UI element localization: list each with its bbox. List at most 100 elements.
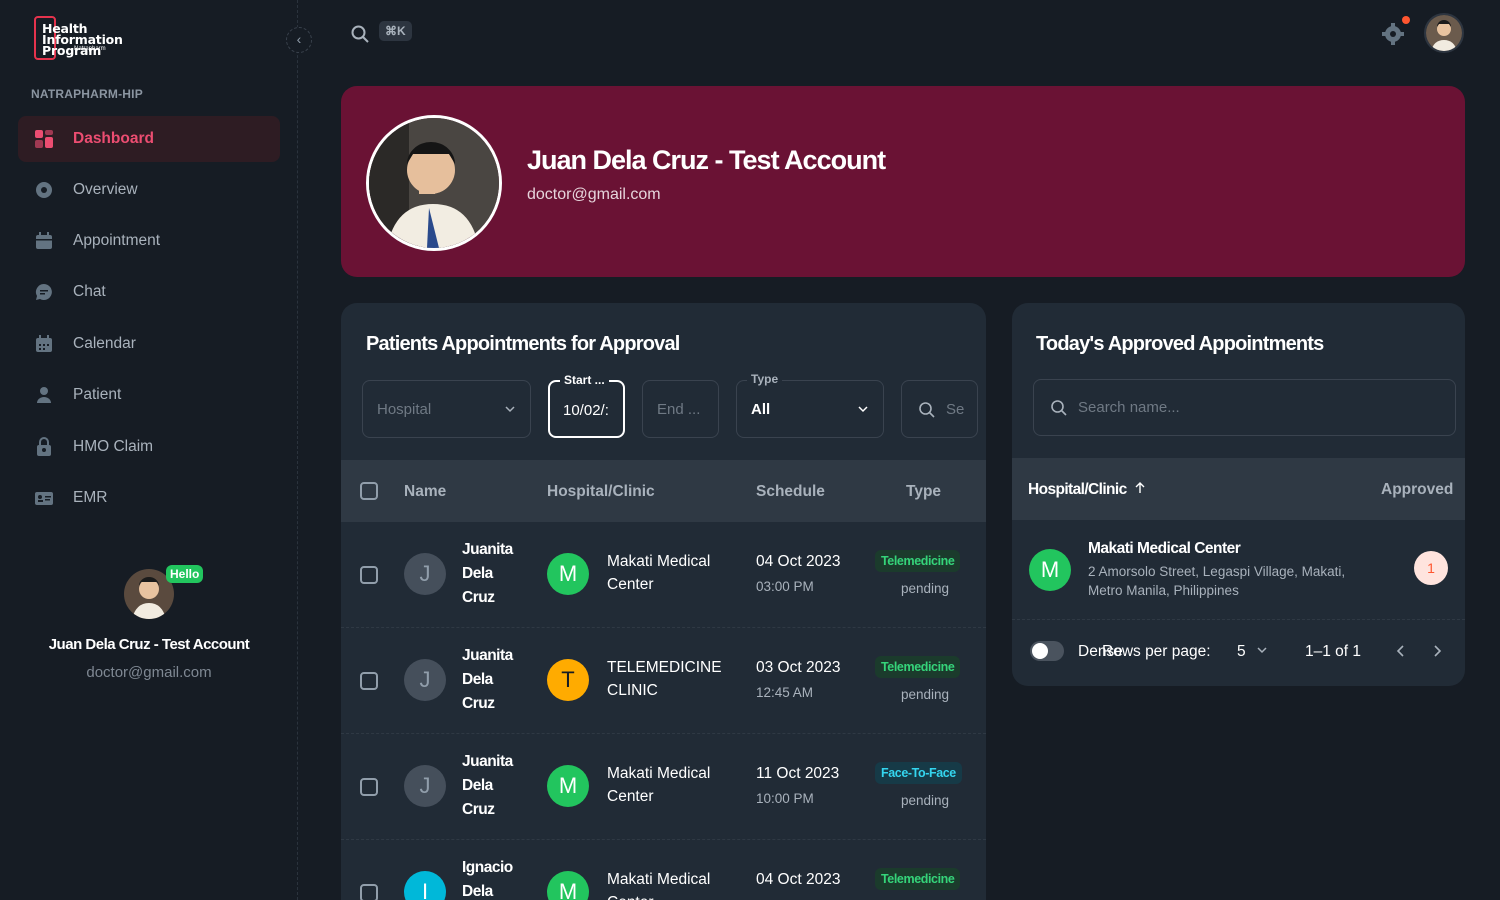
row-checkbox[interactable] [360, 884, 378, 900]
search-icon[interactable] [350, 24, 370, 44]
approval-table-header: Name Hospital/Clinic Schedule Type [341, 460, 986, 522]
search-shortcut[interactable]: ⌘K [379, 21, 412, 41]
end-date-field[interactable]: End ... [642, 380, 719, 438]
clinic-avatar: M [547, 871, 589, 900]
account-avatar[interactable] [1424, 13, 1464, 53]
column-schedule[interactable]: Schedule [756, 483, 825, 501]
hmo-claim-icon [34, 437, 54, 457]
patient-avatar: J [404, 553, 446, 595]
brand-sub: Natrapharm [74, 46, 106, 52]
chevron-down-icon [858, 406, 868, 413]
collapse-sidebar-button[interactable]: ‹ [286, 27, 312, 53]
schedule-date: 03 Oct 2023 [756, 659, 841, 676]
brand-line-1: Health Information [42, 21, 123, 47]
approved-table-header: Hospital/Clinic Approved [1012, 458, 1465, 520]
schedule-time: 03:00 PM [756, 579, 814, 594]
type-select[interactable]: Type All [736, 372, 884, 438]
card-title: Today's Approved Appointments [1036, 333, 1324, 355]
next-page-icon[interactable] [1430, 644, 1444, 658]
clinic-name: Makati Medical Center [607, 553, 711, 593]
sidebar-user-name: Juan Dela Cruz - Test Account [48, 636, 250, 653]
sidebar-item-overview[interactable]: Overview [18, 167, 280, 213]
table-row[interactable]: J Juanita Dela Cruz M Makati Medical Cente… [341, 522, 986, 628]
schedule-time: 10:00 PM [756, 791, 814, 806]
table-row[interactable]: J Juanita Dela Cruz M Makati Medical Cente… [341, 734, 986, 840]
sidebar-item-calendar[interactable]: Calendar [18, 321, 280, 367]
approved-search-input[interactable]: Search name... [1033, 379, 1456, 436]
clinic-name: Makati Medical Center [607, 765, 711, 805]
status-text: pending [901, 581, 950, 596]
patient-name: Juanita Dela Cruz [462, 753, 513, 818]
start-date-field[interactable]: Start ... 10/02/: [548, 373, 625, 438]
sidebar-item-appointment[interactable]: Appointment [18, 218, 280, 264]
patient-avatar: J [404, 765, 446, 807]
column-type[interactable]: Type [906, 483, 941, 501]
type-label: Type [747, 372, 783, 386]
select-all-checkbox[interactable] [360, 482, 378, 500]
rows-per-page-select[interactable]: 5 [1237, 643, 1268, 661]
appointment-icon [34, 231, 54, 251]
notification-dot [1402, 16, 1410, 24]
hospital-placeholder: Hospital [377, 401, 432, 418]
type-badge: Telemedicine [875, 656, 961, 678]
calendar-icon [34, 334, 54, 354]
status-text: pending [901, 687, 950, 702]
pagination-range: 1–1 of 1 [1305, 643, 1362, 660]
sidebar-item-hmo-claim[interactable]: HMO Claim [18, 424, 280, 470]
brand-logo[interactable]: Health Information Program Natrapharm [34, 16, 164, 60]
patient-search-input[interactable]: Se [901, 380, 978, 438]
patient-name: Juanita Dela Cruz [462, 541, 513, 606]
clinic-name: TELEMEDICINE CLINIC [607, 659, 722, 699]
emr-icon [34, 488, 54, 508]
sidebar-item-label: HMO Claim [73, 438, 154, 455]
clinic-name: Makati Medical Center [1088, 540, 1241, 557]
column-hospital[interactable]: Hospital/Clinic [547, 483, 655, 501]
patient-icon [34, 385, 54, 405]
sidebar-item-patient[interactable]: Patient [18, 372, 280, 418]
hospital-select[interactable]: Hospital [362, 380, 531, 438]
column-hospital-sorted[interactable]: Hospital/Clinic [1028, 481, 1146, 499]
clinic-avatar: M [547, 765, 589, 807]
org-label: NATRAPHARM-HIP [31, 87, 143, 101]
patient-avatar: I [404, 871, 446, 900]
previous-page-icon[interactable] [1394, 644, 1408, 658]
sidebar-item-label: Calendar [73, 335, 136, 352]
row-checkbox[interactable] [360, 566, 378, 584]
table-row[interactable]: M Makati Medical Center 2 Amorsolo Stree… [1012, 520, 1465, 620]
type-badge: Face-To-Face [875, 762, 962, 784]
search-icon [919, 402, 935, 418]
clinic-avatar: T [547, 659, 589, 701]
patient-avatar: J [404, 659, 446, 701]
sidebar-item-label: Patient [73, 386, 122, 403]
row-checkbox[interactable] [360, 778, 378, 796]
chevron-down-icon [505, 406, 515, 413]
approved-count-badge: 1 [1414, 551, 1448, 585]
clinic-address: 2 Amorsolo Street, Legaspi Village, Maka… [1088, 564, 1346, 598]
approved-card: Today's Approved Appointments Search nam… [1012, 303, 1465, 686]
table-row[interactable]: J Juanita Dela Cruz T TELEMEDICINE CLINIC … [341, 628, 986, 734]
chat-icon [34, 282, 54, 302]
sidebar-item-emr[interactable]: EMR [18, 475, 280, 521]
clinic-name: Makati Medical Center [607, 871, 711, 900]
column-name[interactable]: Name [404, 483, 446, 501]
type-value: All [751, 401, 771, 418]
card-title: Patients Appointments for Approval [366, 333, 680, 355]
search-placeholder: Se [946, 401, 965, 418]
status-text: pending [901, 793, 950, 808]
search-icon [1051, 400, 1067, 416]
dense-toggle[interactable] [1030, 641, 1064, 661]
profile-email: doctor@gmail.com [527, 186, 661, 203]
column-approved[interactable]: Approved [1381, 481, 1453, 499]
gear-icon[interactable] [1381, 22, 1405, 46]
sidebar-item-label: Chat [73, 283, 106, 300]
arrow-up-icon [1135, 482, 1145, 493]
table-row[interactable]: I IgnacioDela M Makati Medical Center 04… [341, 840, 986, 900]
overview-icon [34, 180, 54, 200]
row-checkbox[interactable] [360, 672, 378, 690]
sidebar-item-chat[interactable]: Chat [18, 269, 280, 315]
sidebar-item-label: Dashboard [73, 130, 154, 147]
clinic-avatar: M [1029, 549, 1071, 591]
sidebar-item-dashboard[interactable]: Dashboard [18, 116, 280, 162]
schedule-date: 11 Oct 2023 [756, 765, 840, 782]
sidebar-item-label: EMR [73, 489, 108, 506]
